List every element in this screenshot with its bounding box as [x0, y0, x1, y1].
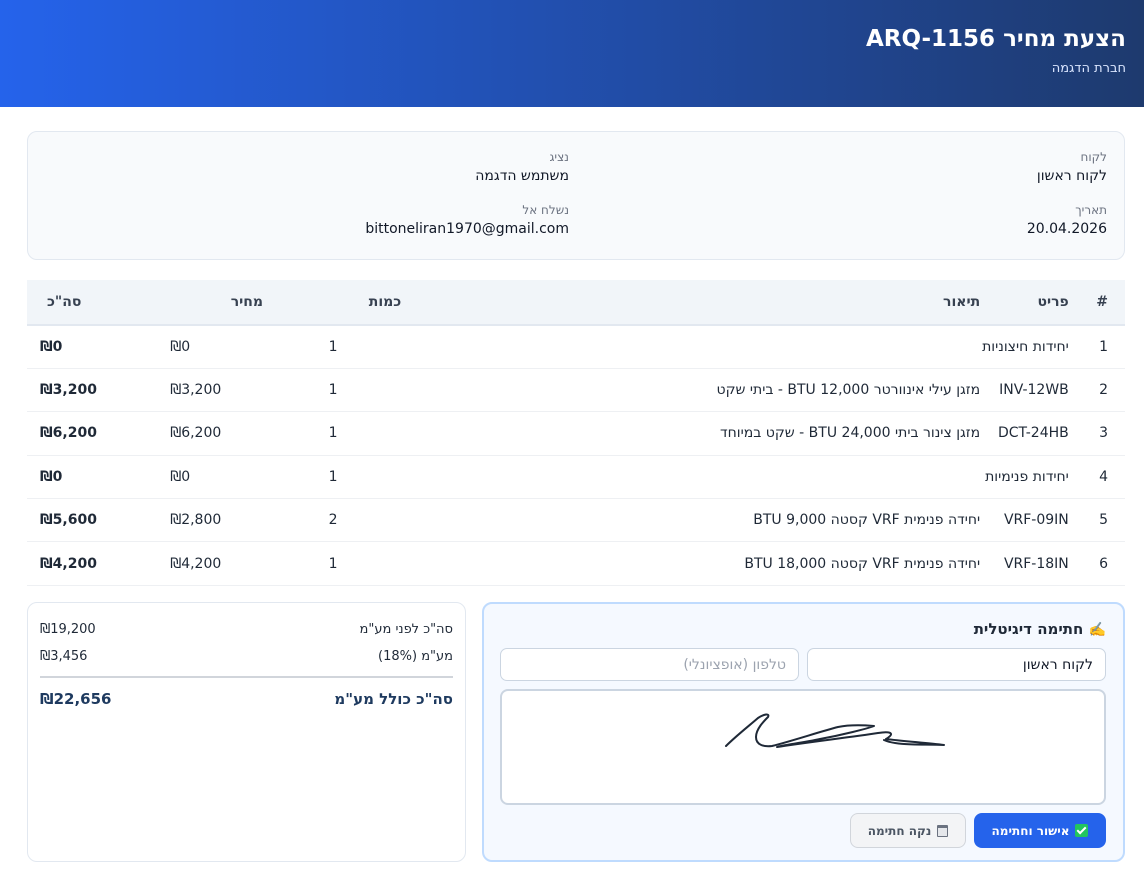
subtotal-row: סה"כ לפני מע"מ ₪19,200 — [40, 622, 453, 637]
row-total: ₪0 — [27, 455, 171, 500]
sent-to-field: נשלח אל bittoneliran1970@gmail.com — [365, 203, 569, 237]
grand-total-value: ₪22,656 — [40, 690, 112, 708]
row-total: ₪6,200 — [27, 411, 171, 456]
row-item: VRF-09IN — [980, 498, 1069, 543]
quote-header: הצעת מחיר ARQ-1156 חברת הדגמה — [0, 0, 1144, 107]
signature-title: ✍️ חתימה דיגיטלית — [974, 620, 1106, 638]
table-row: 4 יחידות פנימיות 1 ₪0 ₪0 — [27, 455, 1125, 500]
header-item: פריט — [980, 280, 1069, 326]
clear-signature-button[interactable]: נקה חתימה — [850, 813, 966, 848]
row-description: יחידה פנימית VRF קסטה 18,000 BTU — [446, 541, 981, 586]
date-label: תאריך — [1075, 203, 1107, 217]
row-item: DCT-24HB — [980, 411, 1069, 456]
row-price: ₪2,800 — [170, 498, 324, 543]
items-table: # פריט תיאור כמות מחיר סה"כ 1 יחידות חיצו… — [27, 280, 1125, 586]
table-row: 3 DCT-24HB מזגן צינור ביתי 24,000 BTU - שק… — [27, 411, 1125, 456]
signer-phone-input[interactable] — [500, 648, 799, 681]
subtotal-label: סה"כ לפני מע"מ — [359, 622, 453, 637]
row-description: יחידה פנימית VRF קסטה 9,000 BTU — [446, 498, 981, 543]
row-description: מזגן צינור ביתי 24,000 BTU - שקט במיוחד — [446, 411, 981, 456]
signature-card: ✍️ חתימה דיגיטלית אישור וחתימה נקה חתימה — [482, 602, 1125, 862]
quote-info-card: לקוח לקוח ראשון תאריך 20.04.2026 נציג מש… — [27, 131, 1125, 260]
row-price: ₪3,200 — [170, 368, 324, 413]
row-num: 4 — [1068, 455, 1125, 500]
row-description — [446, 325, 981, 369]
row-price: ₪0 — [170, 455, 324, 500]
table-header-row: # פריט תיאור כמות מחיר סה"כ — [27, 280, 1125, 326]
date-value: 20.04.2026 — [1026, 221, 1107, 237]
check-icon — [1075, 824, 1089, 837]
header-total: סה"כ — [27, 280, 171, 326]
row-total: ₪4,200 — [27, 541, 171, 586]
row-quantity: 2 — [323, 498, 447, 543]
row-num: 5 — [1068, 498, 1125, 543]
row-total: ₪0 — [27, 325, 171, 369]
clear-label: נקה חתימה — [867, 823, 932, 838]
vat-label: מע"מ (18%) — [378, 649, 453, 664]
row-quantity: 1 — [323, 368, 447, 413]
signature-stroke — [725, 713, 945, 748]
table-row: 1 יחידות חיצוניות 1 ₪0 ₪0 — [27, 325, 1125, 369]
approve-sign-button[interactable]: אישור וחתימה — [974, 813, 1106, 848]
trash-icon — [937, 824, 949, 837]
signature-pad[interactable] — [500, 689, 1106, 805]
sent-to-value: bittoneliran1970@gmail.com — [365, 221, 569, 237]
header-description: תיאור — [446, 280, 981, 326]
row-price: ₪6,200 — [170, 411, 324, 456]
row-item: INV-12WB — [980, 368, 1069, 413]
vat-row: מע"מ (18%) ₪3,456 — [40, 649, 453, 664]
vat-value: ₪3,456 — [40, 649, 88, 664]
row-num: 2 — [1068, 368, 1125, 413]
rep-value: משתמש הדגמה — [475, 168, 569, 184]
header-price: מחיר — [170, 280, 324, 326]
customer-value: לקוח ראשון — [1036, 168, 1107, 184]
grand-total-label: סה"כ כולל מע"מ — [334, 690, 453, 708]
row-description — [446, 455, 981, 500]
table-row: 2 INV-12WB מזגן עילי אינוורטר 12,000 BTU -… — [27, 368, 1125, 413]
table-row: 6 VRF-18IN יחידה פנימית VRF קסטה 18,000 BT… — [27, 541, 1125, 586]
date-field: תאריך 20.04.2026 — [1027, 203, 1107, 237]
header-quantity: כמות — [323, 280, 447, 326]
row-price: ₪4,200 — [170, 541, 324, 586]
row-quantity: 1 — [323, 325, 447, 369]
row-num: 6 — [1068, 541, 1125, 586]
row-quantity: 1 — [323, 411, 447, 456]
pen-icon: ✍️ — [1088, 622, 1106, 638]
signer-name-input[interactable] — [807, 648, 1106, 681]
row-num: 1 — [1068, 325, 1125, 369]
row-quantity: 1 — [323, 455, 447, 500]
signature-title-text: חתימה דיגיטלית — [973, 620, 1084, 638]
rep-field: נציג משתמש הדגמה — [475, 150, 569, 184]
subtotal-value: ₪19,200 — [40, 622, 96, 637]
sent-to-label: נשלח אל — [522, 203, 569, 217]
table-row: 5 VRF-09IN יחידה פנימית VRF קסטה 9,000 BTU… — [27, 498, 1125, 543]
row-num: 3 — [1068, 411, 1125, 456]
row-total: ₪5,600 — [27, 498, 171, 543]
rep-label: נציג — [549, 150, 569, 164]
row-item: יחידות חיצוניות — [980, 325, 1069, 369]
header-num: # — [1068, 280, 1125, 326]
row-price: ₪0 — [170, 325, 324, 369]
row-item: VRF-18IN — [980, 541, 1069, 586]
totals-card: סה"כ לפני מע"מ ₪19,200 מע"מ (18%) ₪3,456… — [27, 602, 466, 862]
row-item: יחידות פנימיות — [980, 455, 1069, 500]
customer-label: לקוח — [1080, 150, 1107, 164]
grand-total-row: סה"כ כולל מע"מ ₪22,656 — [40, 690, 453, 708]
row-total: ₪3,200 — [27, 368, 171, 413]
customer-field: לקוח לקוח ראשון — [1037, 150, 1107, 184]
totals-divider — [40, 676, 453, 678]
approve-label: אישור וחתימה — [991, 823, 1070, 838]
row-quantity: 1 — [323, 541, 447, 586]
quote-title: הצעת מחיר ARQ-1156 — [866, 26, 1126, 52]
company-name: חברת הדגמה — [1051, 61, 1126, 76]
row-description: מזגן עילי אינוורטר 12,000 BTU - ביתי שקט — [446, 368, 981, 413]
